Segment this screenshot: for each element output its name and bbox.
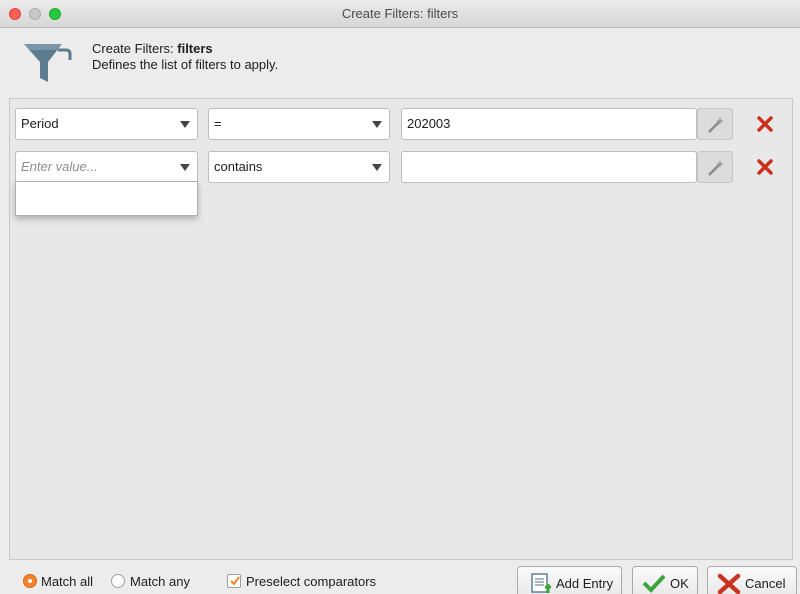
- remove-x-icon: [757, 116, 773, 132]
- remove-x-icon: [757, 159, 773, 175]
- dialog-description: Defines the list of filters to apply.: [92, 57, 279, 72]
- window-minimize-button[interactable]: [29, 8, 41, 20]
- value-field-text: 202003: [407, 116, 451, 131]
- add-entry-button[interactable]: Add Entry: [517, 566, 622, 594]
- column-select-value: Period: [21, 116, 59, 131]
- window-title: Create Filters: filters: [341, 6, 459, 21]
- filter-funnel-icon: [24, 44, 72, 82]
- match-any-radio[interactable]: [111, 574, 125, 588]
- ok-button[interactable]: OK: [632, 566, 698, 594]
- column-select-row-2[interactable]: Enter value...: [15, 151, 198, 183]
- comparator-select-value: =: [214, 116, 222, 131]
- match-any-label[interactable]: Match any: [130, 574, 190, 589]
- magic-wand-icon: [708, 117, 724, 133]
- cancel-x-icon: [717, 573, 741, 594]
- comparator-select-row-1[interactable]: =: [208, 108, 390, 140]
- chevron-down-icon: [180, 164, 190, 171]
- ok-check-icon: [642, 574, 666, 593]
- cancel-button[interactable]: Cancel: [707, 566, 797, 594]
- value-field-row-2[interactable]: [401, 151, 697, 183]
- dialog-footer: Match all Match any Preselect comparator…: [0, 560, 800, 594]
- ok-label: OK: [670, 576, 689, 591]
- chevron-down-icon: [372, 121, 382, 128]
- column-select-row-1[interactable]: Period: [15, 108, 198, 140]
- match-all-radio[interactable]: [23, 574, 37, 588]
- preselect-comparators-label[interactable]: Preselect comparators: [246, 574, 376, 589]
- magic-wand-icon: [708, 160, 724, 176]
- column-dropdown-list[interactable]: [15, 181, 198, 216]
- remove-entry-button-row-1[interactable]: [753, 112, 777, 136]
- value-wizard-button-row-1[interactable]: [697, 108, 733, 140]
- checkmark-icon: [230, 576, 240, 586]
- preselect-comparators-checkbox[interactable]: [227, 574, 241, 588]
- chevron-down-icon: [372, 164, 382, 171]
- dialog-header: Create Filters: filters Defines the list…: [0, 28, 800, 92]
- window-close-button[interactable]: [9, 8, 21, 20]
- comparator-select-value: contains: [214, 159, 263, 174]
- add-entry-label: Add Entry: [556, 576, 614, 591]
- chevron-down-icon: [180, 121, 190, 128]
- value-field-row-1[interactable]: 202003: [401, 108, 697, 140]
- remove-entry-button-row-2[interactable]: [753, 155, 777, 179]
- title-bar: Create Filters: filters: [0, 0, 800, 28]
- match-all-label[interactable]: Match all: [41, 574, 93, 589]
- column-select-placeholder: Enter value...: [21, 159, 98, 174]
- add-entry-icon: [531, 573, 551, 593]
- window-zoom-button[interactable]: [49, 8, 61, 20]
- dialog-title: Create Filters: filters: [92, 41, 213, 56]
- comparator-select-row-2[interactable]: contains: [208, 151, 390, 183]
- cancel-label: Cancel: [745, 576, 786, 591]
- value-wizard-button-row-2[interactable]: [697, 151, 733, 183]
